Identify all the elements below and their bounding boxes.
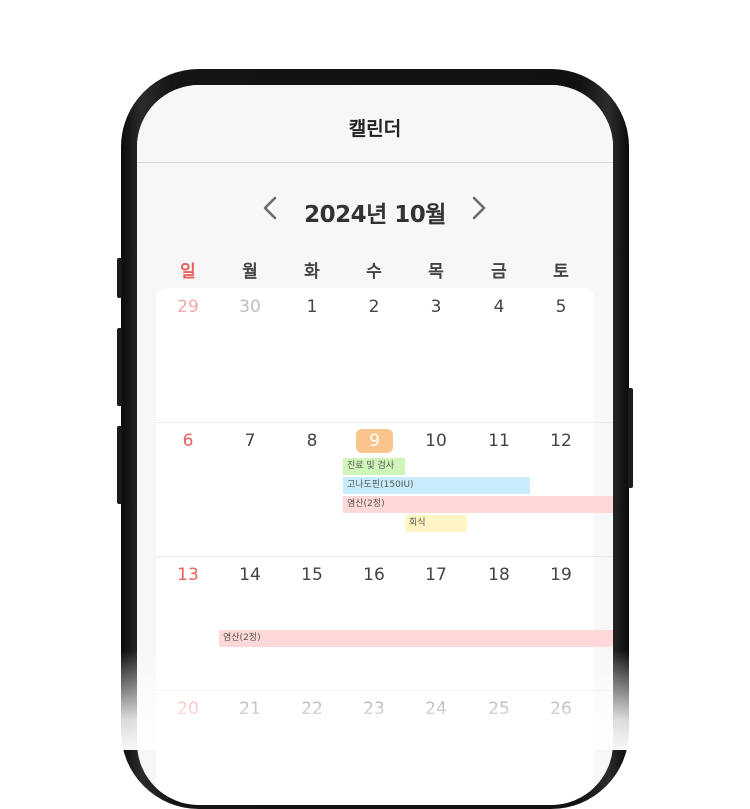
calendar-day-today[interactable]: 9 [356, 429, 393, 453]
calendar-day[interactable]: 17 [405, 565, 467, 585]
phone-silent-switch [117, 258, 122, 298]
calendar-day[interactable]: 29 [157, 297, 219, 317]
calendar-day[interactable]: 2 [343, 297, 405, 317]
calendar-event[interactable]: 염산(2정) [219, 630, 613, 647]
calendar-day[interactable]: 19 [530, 565, 592, 585]
calendar-day[interactable]: 7 [219, 431, 281, 451]
weekday-friday: 금 [491, 262, 507, 282]
week-divider [156, 422, 613, 423]
calendar-day[interactable]: 15 [281, 565, 343, 585]
phone-volume-up-button [117, 328, 122, 406]
weekday-thursday: 목 [428, 262, 444, 282]
month-navigation: 2024년 10월 [137, 191, 613, 228]
weekday-saturday: 토 [553, 262, 569, 282]
calendar-day[interactable]: 5 [530, 297, 592, 317]
weekday-tuesday: 화 [304, 262, 320, 282]
chevron-right-icon [472, 196, 486, 220]
calendar-day[interactable]: 11 [468, 431, 530, 451]
calendar-day[interactable]: 4 [468, 297, 530, 317]
weekday-wednesday: 수 [366, 262, 382, 282]
week-divider [156, 556, 613, 557]
calendar-day[interactable]: 30 [219, 297, 281, 317]
page-title: 캘린더 [348, 118, 402, 140]
phone-power-button [628, 388, 633, 488]
calendar-event[interactable]: 염산(2정) [343, 496, 613, 513]
weekday-monday: 월 [242, 262, 258, 282]
month-title: 2024년 10월 [304, 202, 446, 228]
calendar-event[interactable]: 진료 및 검사 [343, 458, 405, 475]
calendar-day[interactable]: 18 [468, 565, 530, 585]
calendar-day[interactable]: 3 [405, 297, 467, 317]
calendar-day[interactable]: 13 [157, 565, 219, 585]
calendar-day[interactable]: 14 [219, 565, 281, 585]
calendar-day[interactable]: 16 [343, 565, 405, 585]
calendar-event[interactable]: 고나도핀(150IU) [343, 477, 530, 494]
calendar-day[interactable]: 12 [530, 431, 592, 451]
weekday-sunday: 일 [180, 262, 196, 282]
calendar-day[interactable]: 10 [405, 431, 467, 451]
calendar-event[interactable]: 회식 [405, 515, 467, 532]
bottom-fade-overlay [0, 650, 750, 750]
phone-volume-down-button [117, 426, 122, 504]
top-navigation-bar: 캘린더 [137, 85, 613, 163]
calendar-day[interactable]: 8 [281, 431, 343, 451]
next-month-button[interactable] [464, 193, 494, 223]
calendar-day[interactable]: 1 [281, 297, 343, 317]
calendar-day[interactable]: 6 [157, 431, 219, 451]
